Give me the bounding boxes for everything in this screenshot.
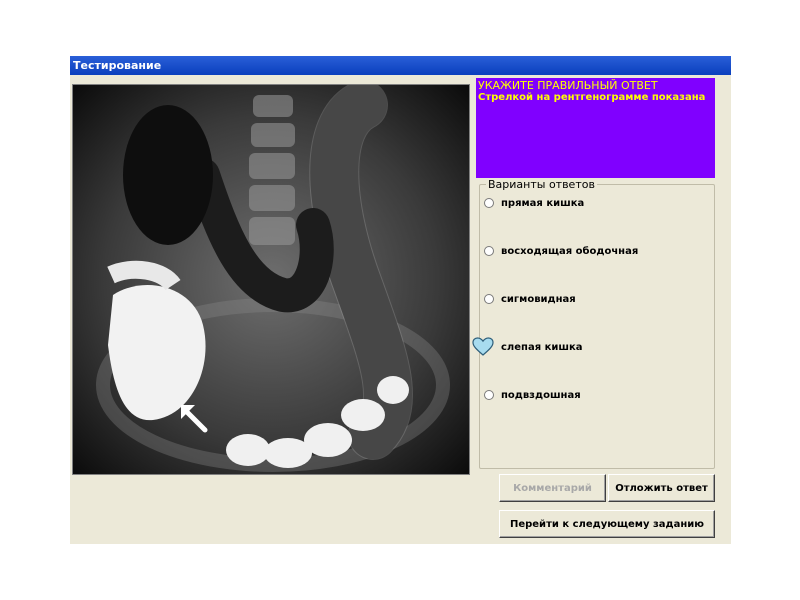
next-task-button[interactable]: Перейти к следующему заданию [499, 510, 715, 538]
radio-button[interactable] [484, 390, 494, 400]
xray-image [72, 84, 470, 475]
question-panel: УКАЖИТЕ ПРАВИЛЬНЫЙ ОТВЕТ Стрелкой на рен… [476, 78, 715, 178]
answer-option-3[interactable]: сигмовидная [484, 291, 576, 307]
answer-option-1[interactable]: прямая кишка [484, 195, 584, 211]
answers-legend: Варианты ответов [486, 178, 597, 191]
radio-button[interactable] [484, 198, 494, 208]
answer-option-4[interactable]: слепая кишка [472, 337, 583, 356]
answer-label: сигмовидная [501, 293, 576, 305]
radio-button[interactable] [484, 246, 494, 256]
heart-cursor-icon [472, 337, 494, 356]
test-window: Тестирование УКАЖИТЕ ПРАВИЛЬНЫЙ ОТВЕТ Ст… [70, 56, 731, 544]
xray-illustration [73, 85, 469, 474]
radio-button[interactable] [484, 294, 494, 304]
comment-button[interactable]: Комментарий [499, 474, 606, 502]
postpone-answer-button[interactable]: Отложить ответ [608, 474, 715, 502]
window-title: Тестирование [70, 56, 731, 75]
answer-option-5[interactable]: подвздошная [484, 387, 581, 403]
question-heading: УКАЖИТЕ ПРАВИЛЬНЫЙ ОТВЕТ [478, 79, 658, 92]
answer-label: восходящая ободочная [501, 245, 639, 257]
answer-label: подвздошная [501, 389, 581, 401]
answers-groupbox: Варианты ответов прямая кишка восходящая… [472, 178, 715, 469]
answer-label: слепая кишка [501, 341, 583, 353]
answer-label: прямая кишка [501, 197, 585, 209]
answer-option-2[interactable]: восходящая ободочная [484, 243, 638, 259]
question-text: Стрелкой на рентгенограмме показана [478, 92, 706, 103]
